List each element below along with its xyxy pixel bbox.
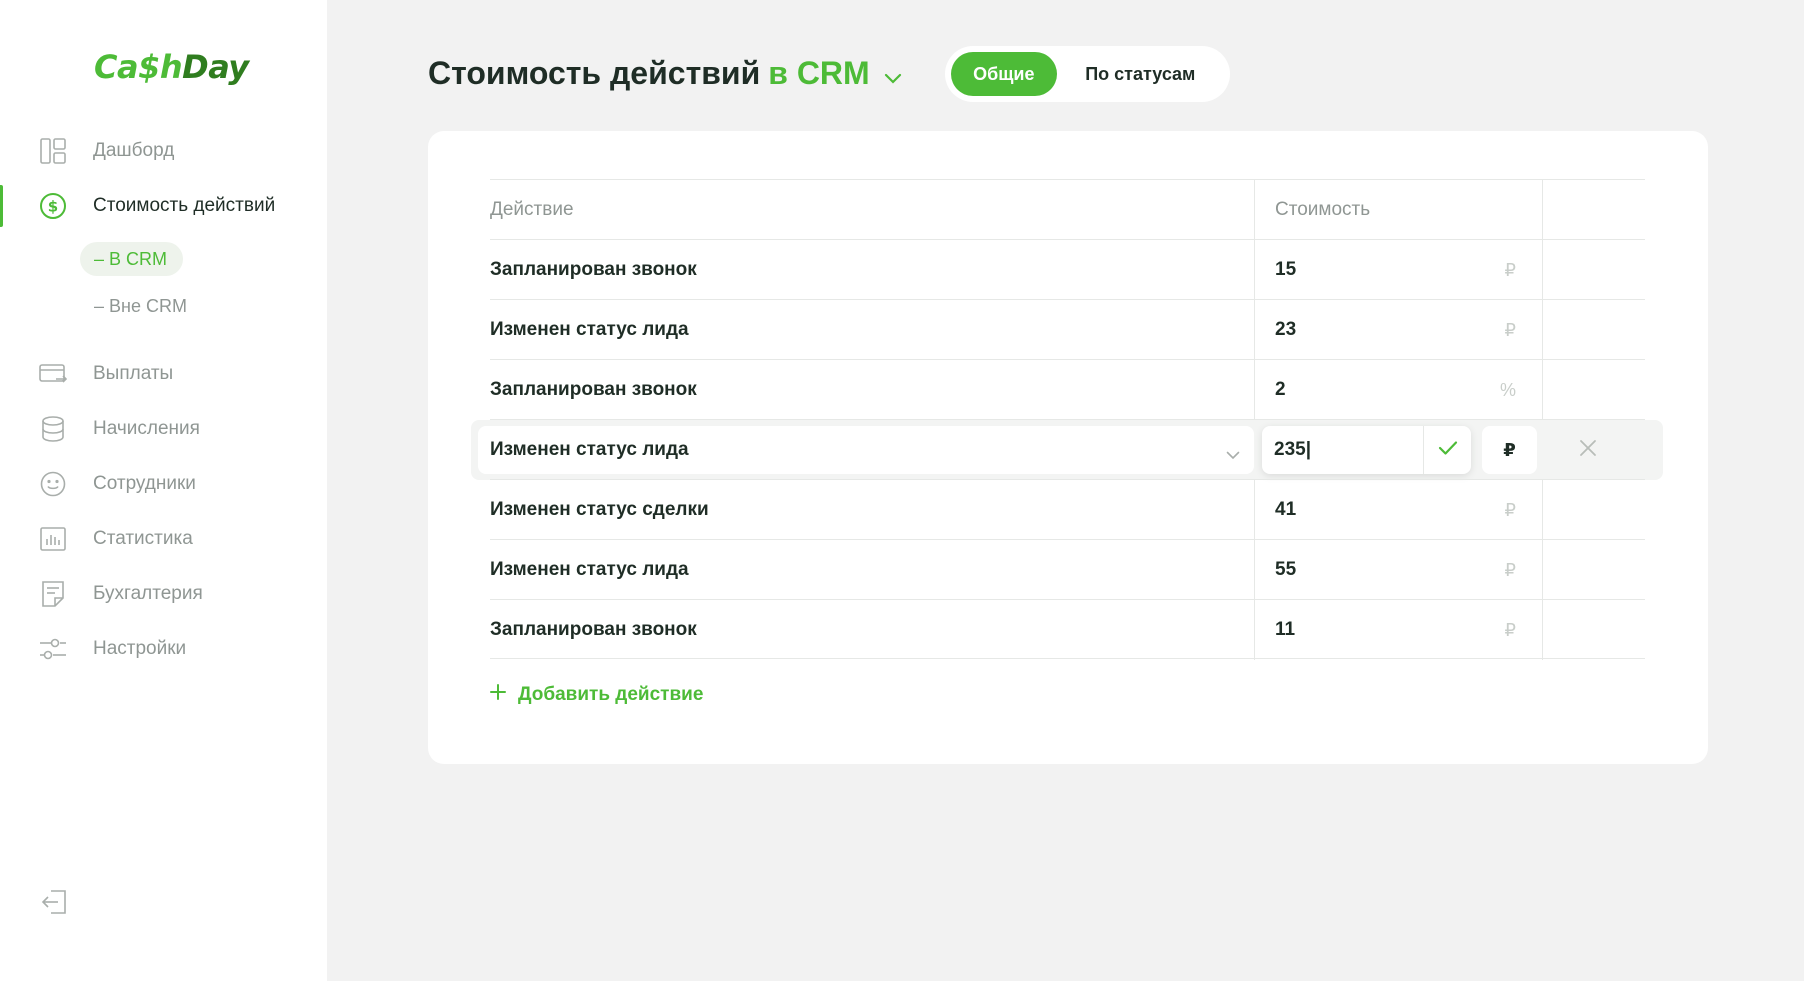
row-cost-value: 23 bbox=[1275, 319, 1297, 340]
row-action: Запланирован звонок bbox=[490, 259, 697, 280]
column-header-action: Действие bbox=[490, 199, 574, 220]
row-extra bbox=[1542, 480, 1645, 540]
action-cost-table: Действие Стоимость Запланирован звонок 1… bbox=[471, 179, 1663, 660]
table-row[interactable]: Запланирован звонок 11 ₽ bbox=[490, 599, 1645, 660]
row-action: Запланирован звонок bbox=[490, 619, 697, 640]
add-action-label: Добавить действие bbox=[518, 684, 704, 705]
row-cost-value: 41 bbox=[1275, 499, 1297, 520]
smile-icon bbox=[39, 470, 67, 498]
table-header: Действие Стоимость bbox=[490, 179, 1645, 240]
logout-button[interactable] bbox=[39, 889, 69, 919]
row-extra bbox=[1542, 600, 1645, 660]
row-cost-value: 15 bbox=[1275, 259, 1297, 280]
dollar-circle-icon: $ bbox=[39, 192, 67, 220]
page-title-text: Стоимость действий bbox=[428, 55, 761, 91]
cancel-edit-button[interactable] bbox=[1574, 436, 1602, 464]
sidebar-item-employees[interactable]: Сотрудники bbox=[0, 464, 327, 504]
sidebar-item-label: Дашборд bbox=[93, 140, 175, 161]
row-action: Изменен статус лида bbox=[490, 319, 689, 340]
page-title-accent[interactable]: в CRM bbox=[768, 55, 869, 92]
column-header-cost: Стоимость bbox=[1254, 180, 1542, 240]
row-cost: 15 ₽ bbox=[1254, 240, 1542, 300]
table-row[interactable]: Изменен статус лида 55 ₽ bbox=[490, 539, 1645, 600]
row-unit: ₽ bbox=[1504, 619, 1516, 640]
row-cost-value: 2 bbox=[1275, 379, 1286, 400]
sidebar-item-payouts[interactable]: Выплаты bbox=[0, 354, 327, 394]
table-row[interactable]: Изменен статус сделки 41 ₽ bbox=[490, 479, 1645, 540]
sidebar-item-accounting[interactable]: Бухгалтерия bbox=[0, 574, 327, 614]
add-action-button[interactable]: Добавить действие bbox=[490, 684, 703, 706]
column-header-extra bbox=[1542, 180, 1645, 240]
action-cost-card: Действие Стоимость Запланирован звонок 1… bbox=[428, 131, 1708, 764]
row-unit: ₽ bbox=[1504, 499, 1516, 520]
row-extra bbox=[1542, 360, 1645, 420]
check-icon bbox=[1438, 440, 1458, 461]
chevron-down-icon bbox=[1226, 444, 1240, 466]
action-select[interactable]: Изменен статус лида bbox=[478, 426, 1254, 474]
sidebar-item-label: Настройки bbox=[93, 638, 187, 659]
table-row-editing: Изменен статус лида ₽ bbox=[471, 419, 1663, 480]
row-extra bbox=[1542, 240, 1645, 300]
sidebar-item-statistics[interactable]: Статистика bbox=[0, 519, 327, 559]
row-action: Изменен статус сделки bbox=[490, 499, 709, 520]
row-cost-value: 55 bbox=[1275, 559, 1297, 580]
cost-input-group bbox=[1262, 426, 1471, 474]
confirm-button[interactable] bbox=[1424, 426, 1471, 474]
sidebar-item-label: Сотрудники bbox=[93, 473, 196, 494]
logo-part-1: Ca$h bbox=[94, 48, 183, 86]
document-icon bbox=[39, 580, 67, 608]
cost-input[interactable] bbox=[1262, 426, 1424, 474]
sidebar-item-label: Статистика bbox=[93, 528, 193, 549]
row-cost: 41 ₽ bbox=[1254, 480, 1542, 540]
row-cost: 55 ₽ bbox=[1254, 540, 1542, 600]
logo-part-2: Day bbox=[182, 48, 249, 86]
sidebar-item-label: Бухгалтерия bbox=[93, 583, 203, 604]
row-unit: ₽ bbox=[1504, 259, 1516, 280]
sidebar-item-dashboard[interactable]: Дашборд bbox=[0, 131, 327, 171]
toggle-general[interactable]: Общие bbox=[951, 52, 1057, 96]
table-row[interactable]: Запланирован звонок 2 % bbox=[490, 359, 1645, 420]
row-cost: 11 ₽ bbox=[1254, 600, 1542, 660]
sidebar-item-label: Начисления bbox=[93, 418, 200, 439]
logo: Ca$hDay bbox=[94, 48, 249, 86]
table-row[interactable]: Изменен статус лида 23 ₽ bbox=[490, 299, 1645, 360]
toggle-by-status[interactable]: По статусам bbox=[1057, 52, 1224, 96]
logout-icon bbox=[41, 889, 67, 919]
table-row[interactable]: Запланирован звонок 15 ₽ bbox=[490, 239, 1645, 300]
svg-text:$: $ bbox=[48, 198, 58, 216]
currency-select[interactable]: ₽ bbox=[1482, 426, 1537, 474]
sidebar-item-action-cost[interactable]: $ Стоимость действий bbox=[0, 186, 327, 226]
page-title: Стоимость действий в CRM bbox=[428, 54, 902, 93]
sidebar-subitem-in-crm[interactable]: – В CRM bbox=[80, 242, 184, 276]
sidebar-subitem-outside-crm[interactable]: – Вне CRM bbox=[94, 289, 187, 323]
plus-icon bbox=[490, 684, 506, 706]
chevron-down-icon[interactable] bbox=[884, 56, 902, 93]
row-extra bbox=[1542, 300, 1645, 360]
row-extra bbox=[1542, 540, 1645, 600]
sidebar: Ca$hDay Дашборд $ Стоимость действий – В… bbox=[0, 0, 327, 981]
row-cost: 23 ₽ bbox=[1254, 300, 1542, 360]
sliders-icon bbox=[39, 635, 67, 663]
row-action: Изменен статус лида bbox=[490, 559, 689, 580]
row-action: Запланирован звонок bbox=[490, 379, 697, 400]
sidebar-item-settings[interactable]: Настройки bbox=[0, 629, 327, 669]
view-toggle: Общие По статусам bbox=[945, 46, 1230, 102]
database-icon bbox=[39, 415, 67, 443]
chart-icon bbox=[39, 525, 67, 553]
sidebar-item-accruals[interactable]: Начисления bbox=[0, 409, 327, 449]
close-icon bbox=[1579, 439, 1597, 462]
sidebar-item-label: Стоимость действий bbox=[93, 195, 276, 216]
row-unit: ₽ bbox=[1504, 559, 1516, 580]
card-transfer-icon bbox=[39, 360, 67, 388]
dashboard-icon bbox=[39, 137, 67, 165]
row-cost-value: 11 bbox=[1275, 619, 1296, 640]
action-select-value: Изменен статус лида bbox=[490, 439, 689, 460]
row-cost: 2 % bbox=[1254, 360, 1542, 420]
row-unit: % bbox=[1499, 379, 1516, 400]
sidebar-item-label: Выплаты bbox=[93, 363, 174, 384]
row-unit: ₽ bbox=[1504, 319, 1516, 340]
